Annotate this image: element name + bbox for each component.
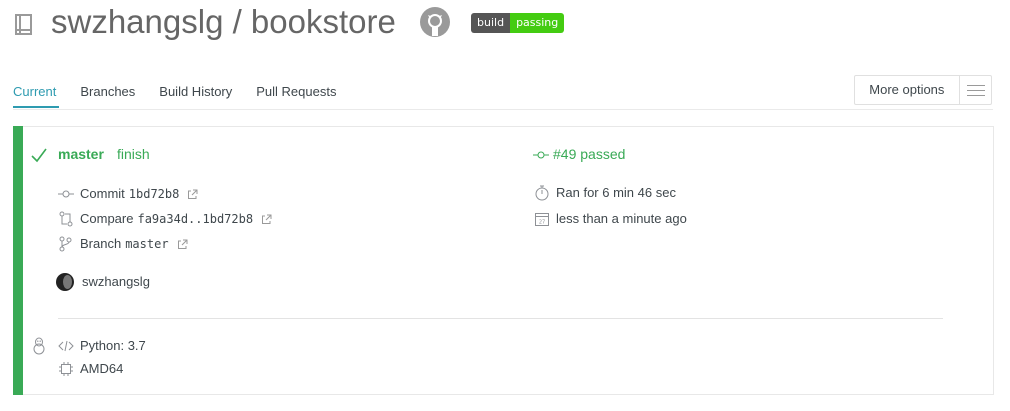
finished-time: less than a minute ago (556, 211, 687, 226)
cpu-icon (59, 362, 73, 376)
branch-label: Branch (80, 236, 122, 251)
svg-text:27: 27 (539, 220, 545, 226)
external-link-icon (188, 189, 198, 199)
check-icon (30, 146, 48, 164)
tab-bar: Current Branches Build History Pull Requ… (13, 84, 360, 100)
author-row[interactable]: swzhangslg (56, 273, 150, 291)
linux-icon (31, 337, 47, 355)
code-icon (58, 340, 74, 352)
build-branch-name[interactable]: master (58, 146, 104, 163)
language-row: Python: 3.7 (58, 338, 146, 354)
external-link-icon (262, 214, 272, 224)
active-tab-indicator (13, 106, 59, 108)
commit-row[interactable]: Commit 1bd72b8 (58, 186, 198, 202)
more-options-label: More options (869, 82, 945, 97)
commit-label: Commit (80, 186, 125, 201)
build-status-badge[interactable]: build passing (471, 13, 565, 33)
build-status-bar (13, 126, 23, 395)
commit-sha[interactable]: 1bd72b8 (129, 186, 180, 202)
branch-icon (59, 236, 72, 252)
avatar (56, 273, 74, 291)
compare-row[interactable]: Compare fa9a34d..1bd72b8 (58, 211, 272, 227)
compare-range[interactable]: fa9a34d..1bd72b8 (137, 211, 253, 227)
compare-icon (59, 211, 73, 227)
tab-build-history[interactable]: Build History (159, 84, 232, 100)
calendar-icon: 27 (535, 213, 549, 226)
build-card (13, 126, 994, 395)
language-version: Python: 3.7 (80, 338, 146, 353)
tab-pull-requests[interactable]: Pull Requests (256, 84, 336, 100)
build-duration: Ran for 6 min 46 sec (556, 185, 676, 200)
build-number-label: #49 passed (553, 146, 626, 162)
branch-value[interactable]: master (125, 236, 168, 252)
duration-row: Ran for 6 min 46 sec (534, 185, 676, 201)
arch-row: AMD64 (58, 361, 123, 377)
tab-branches[interactable]: Branches (80, 84, 135, 100)
tab-current[interactable]: Current (13, 84, 56, 100)
badge-status: passing (510, 13, 565, 33)
build-number[interactable]: #49 passed (533, 146, 625, 163)
architecture: AMD64 (80, 361, 124, 376)
finished-row: 27 less than a minute ago (534, 211, 687, 227)
github-icon[interactable] (419, 6, 451, 38)
card-divider (58, 318, 943, 319)
repo-icon (14, 13, 34, 37)
stopwatch-icon (535, 185, 549, 201)
commit-message: finish (117, 146, 150, 162)
compare-label: Compare (80, 211, 134, 226)
branch-row[interactable]: Branch master (58, 236, 188, 252)
external-link-icon (177, 239, 188, 249)
commit-icon (533, 151, 549, 158)
badge-label: build (471, 13, 511, 33)
more-options-button[interactable]: More options (854, 75, 992, 105)
commit-icon (58, 190, 74, 198)
author-name: swzhangslg (82, 274, 150, 289)
tabs-divider (13, 109, 993, 110)
repo-title: swzhangslg / bookstore (51, 3, 396, 40)
hamburger-icon[interactable] (958, 76, 991, 104)
